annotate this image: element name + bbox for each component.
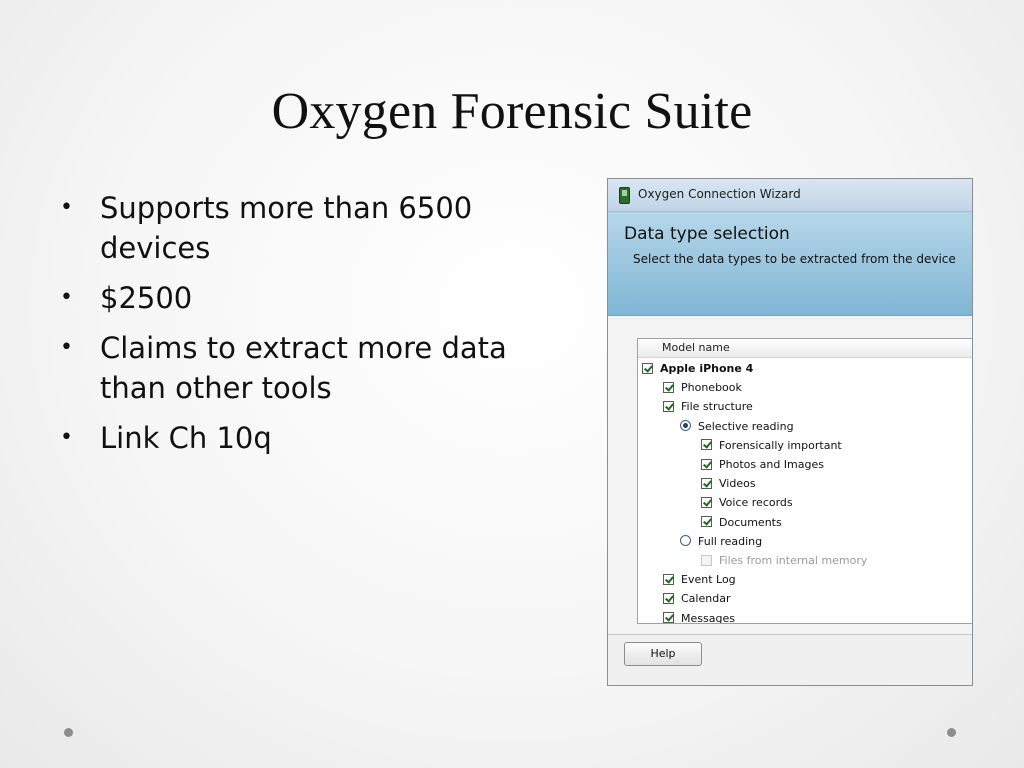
wizard-subheading: Select the data types to be extracted fr… — [633, 252, 956, 266]
tree-item[interactable]: Photos and Images — [701, 455, 824, 474]
bullet-text: $2500 — [100, 281, 193, 315]
help-button[interactable]: Help — [624, 642, 702, 666]
tree-item[interactable]: Files from internal memory — [701, 551, 867, 570]
checkbox[interactable] — [701, 477, 712, 489]
bullet-text: Supports more than 6500 devices — [100, 191, 473, 265]
radio-button[interactable] — [680, 420, 691, 432]
tree-item[interactable]: Documents — [701, 513, 782, 532]
tree-item[interactable]: Forensically important — [701, 436, 842, 455]
data-type-tree[interactable]: Model name Apple iPhone 4 Phonebook File s… — [637, 338, 972, 624]
checkbox[interactable] — [701, 458, 712, 470]
checkbox[interactable] — [701, 516, 712, 528]
tree-item[interactable]: Phonebook — [663, 378, 742, 397]
checkbox[interactable] — [663, 612, 674, 623]
tree-item[interactable]: Full reading — [680, 532, 762, 551]
window-title: Oxygen Connection Wizard — [638, 187, 801, 201]
window-titlebar[interactable]: Oxygen Connection Wizard — [608, 179, 972, 212]
tree-item-label: Event Log — [681, 573, 736, 587]
bullet-list: • Supports more than 6500 devices • $2500 … — [58, 188, 528, 468]
tree-column-header[interactable]: Model name — [638, 339, 972, 358]
tree-item-label: Apple iPhone 4 — [660, 362, 754, 375]
bullet-dot-icon: • — [60, 335, 73, 360]
bullet-item: • Link Ch 10q — [58, 418, 528, 458]
corner-dot-icon — [947, 728, 956, 737]
tree-item-label: Selective reading — [698, 419, 794, 433]
tree-item-label: Calendar — [681, 592, 731, 606]
tree-item-label: Messages — [681, 611, 735, 624]
tree-item[interactable]: Calendar — [663, 589, 730, 608]
tree-item-label: Files from internal memory — [719, 554, 868, 567]
tree-item[interactable]: Voice records — [701, 493, 793, 512]
tree-item-label: Videos — [719, 477, 756, 491]
wizard-heading: Data type selection — [624, 224, 790, 244]
tree-item[interactable]: Videos — [701, 474, 756, 493]
wizard-footer: Help — [608, 635, 972, 685]
tree-item[interactable]: Apple iPhone 4 — [642, 359, 753, 378]
bullet-item: • Claims to extract more data than other … — [58, 328, 528, 408]
tree-item[interactable]: Selective reading — [680, 417, 794, 436]
tree-item-label: Documents — [719, 515, 782, 529]
tree-item[interactable]: Messages — [663, 609, 735, 624]
bullet-item: • $2500 — [58, 278, 528, 318]
tree-item-label: Photos and Images — [719, 458, 824, 471]
wizard-body: Model name Apple iPhone 4 Phonebook File s… — [608, 316, 972, 635]
checkbox[interactable] — [701, 439, 712, 451]
bullet-dot-icon: • — [60, 425, 73, 450]
tree-item-label: Full reading — [698, 534, 763, 548]
checkbox[interactable] — [701, 496, 712, 508]
wizard-header: Data type selection Select the data type… — [608, 212, 972, 316]
bullet-dot-icon: • — [60, 285, 73, 310]
slide-title: Oxygen Forensic Suite — [271, 83, 753, 140]
tree-item-label: Voice records — [719, 496, 793, 510]
bullet-text: Link Ch 10q — [100, 421, 272, 455]
connection-wizard-window: Oxygen Connection Wizard Data type selec… — [607, 178, 973, 686]
tree-item[interactable]: File structure — [663, 397, 753, 416]
checkbox[interactable] — [663, 381, 674, 393]
checkbox[interactable] — [663, 400, 674, 412]
checkbox[interactable] — [642, 362, 653, 374]
tree-item-label: Forensically important — [719, 438, 842, 452]
corner-dot-icon — [64, 728, 73, 737]
checkbox[interactable] — [663, 592, 674, 604]
radio-button[interactable] — [680, 535, 691, 547]
bullet-item: • Supports more than 6500 devices — [58, 188, 528, 268]
phone-app-icon — [619, 187, 630, 204]
checkbox[interactable] — [663, 573, 674, 585]
bullet-text: Claims to extract more data than other t… — [100, 331, 507, 405]
tree-item-label: Phonebook — [681, 381, 742, 395]
tree-item[interactable]: Event Log — [663, 570, 736, 589]
tree-item-label: File structure — [681, 400, 753, 414]
checkbox — [701, 554, 712, 566]
bullet-dot-icon: • — [60, 195, 73, 220]
